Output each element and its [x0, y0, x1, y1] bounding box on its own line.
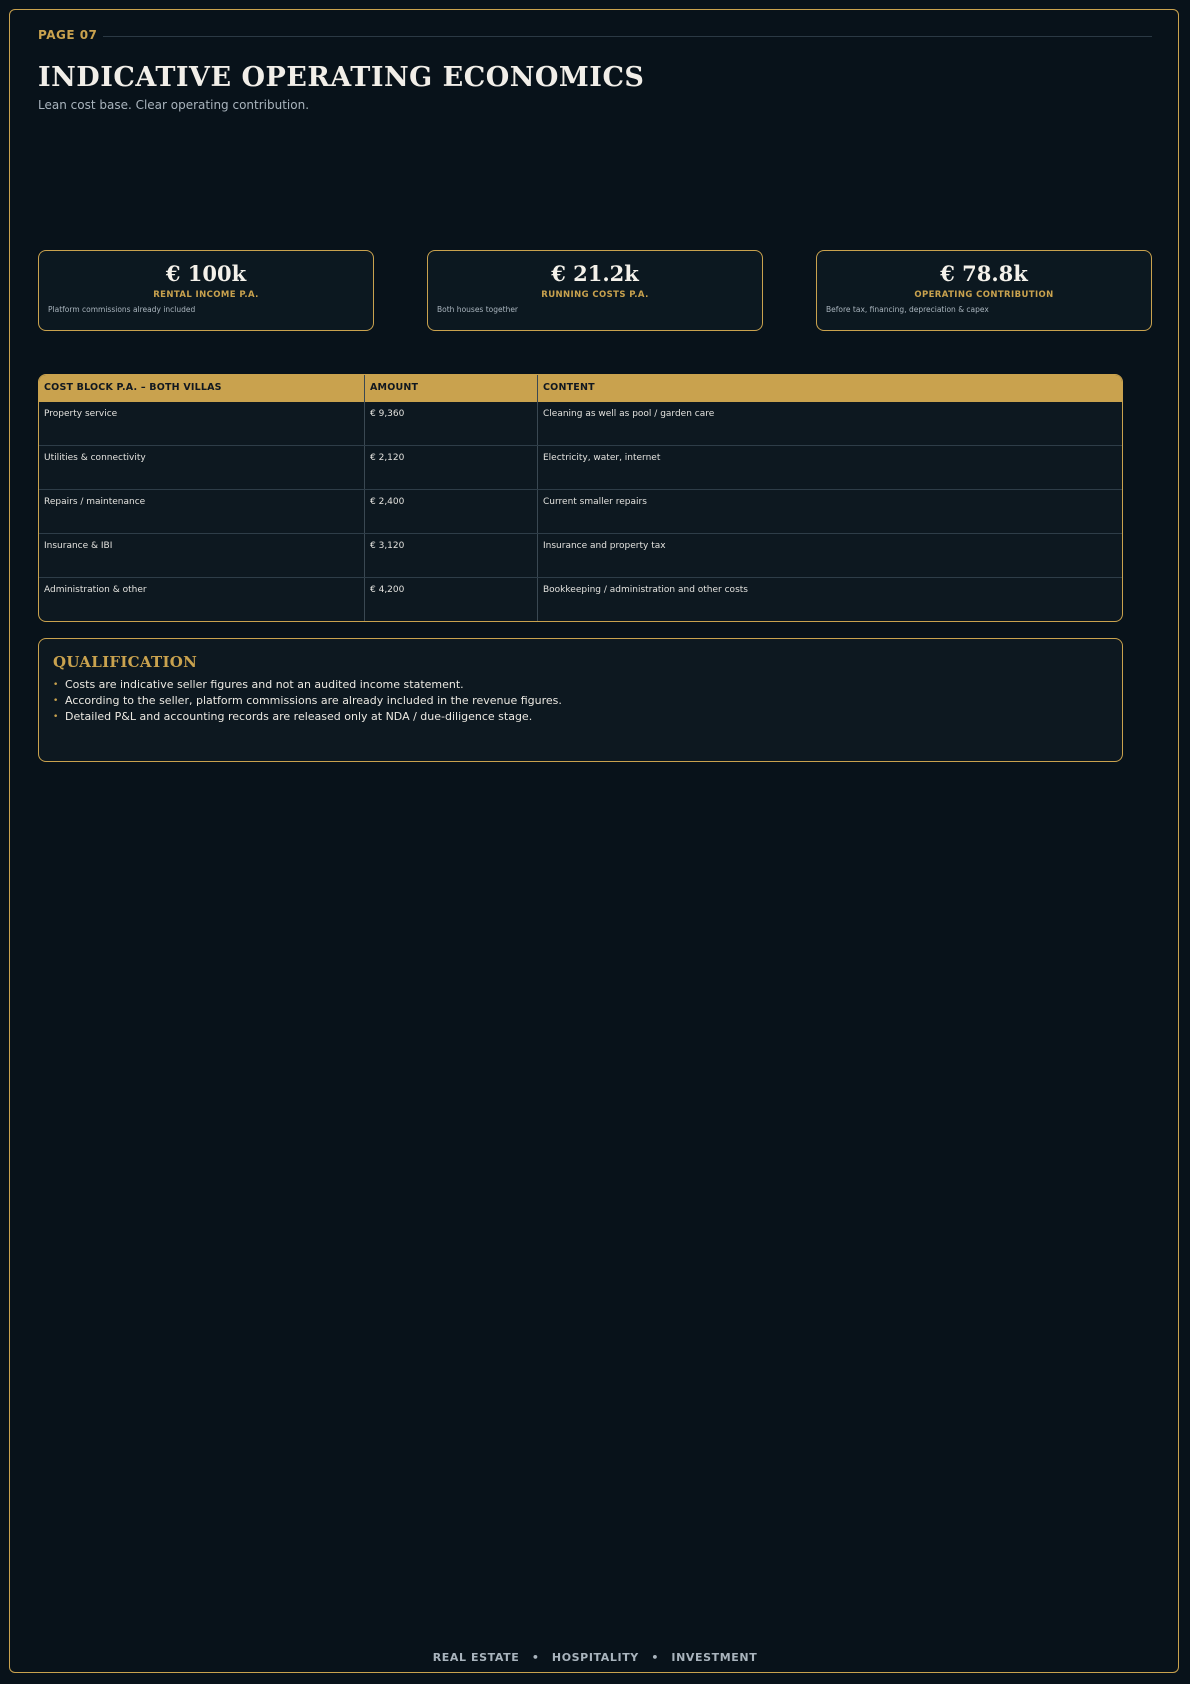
- footer-item-hospitality: HOSPITALITY: [551, 1651, 639, 1664]
- list-item: • Detailed P&L and accounting records ar…: [53, 709, 562, 725]
- table-body: Property service € 9,360 Cleaning as wel…: [39, 402, 1122, 621]
- table-row: Property service € 9,360 Cleaning as wel…: [39, 402, 1122, 445]
- footer-item-investment: INVESTMENT: [671, 1651, 758, 1664]
- footer-item-real-estate: REAL ESTATE: [432, 1651, 520, 1664]
- page-header: PAGE 07: [38, 28, 1152, 42]
- cost-block-cell: Administration & other: [44, 585, 147, 595]
- bullet-icon: •: [53, 696, 59, 706]
- amount-cell: € 2,120: [364, 446, 537, 489]
- content-cell: Electricity, water, internet: [537, 446, 1122, 489]
- column-header-content: CONTENT: [537, 375, 1122, 402]
- content-cell: Cleaning as well as pool / garden care: [537, 402, 1122, 445]
- kpi-note: Platform commissions already included: [48, 305, 196, 314]
- kpi-card-operating-contribution: € 78.8k OPERATING CONTRIBUTION Before ta…: [816, 250, 1152, 331]
- kpi-card-running-costs: € 21.2k RUNNING COSTS P.A. Both houses t…: [427, 250, 763, 331]
- kpi-value: € 100k: [165, 261, 247, 286]
- footer-separator: •: [531, 1651, 540, 1664]
- cost-block-cell: Property service: [44, 409, 118, 419]
- cost-block-cell: Repairs / maintenance: [44, 497, 146, 507]
- kpi-note: Both houses together: [437, 305, 519, 314]
- qualification-item-text: Costs are indicative seller figures and …: [65, 678, 464, 691]
- header-divider: [103, 35, 1152, 37]
- kpi-card-rental-income: € 100k RENTAL INCOME P.A. Platform commi…: [38, 250, 374, 331]
- amount-cell: € 3,120: [364, 534, 537, 577]
- amount-cell: € 4,200: [364, 578, 537, 621]
- cost-block-cell: Utilities & connectivity: [44, 453, 146, 463]
- table-row: Repairs / maintenance € 2,400 Current sm…: [39, 489, 1122, 533]
- content-cell: Bookkeeping / administration and other c…: [537, 578, 1122, 621]
- kpi-label: RUNNING COSTS P.A.: [541, 290, 649, 300]
- page-title: INDICATIVE OPERATING ECONOMICS: [38, 62, 645, 93]
- list-item: • Costs are indicative seller figures an…: [53, 677, 562, 693]
- column-header-amount: AMOUNT: [364, 375, 537, 402]
- column-header-cost-block: COST BLOCK P.A. – BOTH VILLAS: [44, 382, 222, 393]
- content-cell: Current smaller repairs: [537, 490, 1122, 533]
- qualification-list: • Costs are indicative seller figures an…: [53, 677, 562, 725]
- qualification-item-text: According to the seller, platform commis…: [65, 694, 562, 707]
- table-header-row: COST BLOCK P.A. – BOTH VILLAS AMOUNT CON…: [39, 375, 1122, 402]
- qualification-panel: QUALIFICATION • Costs are indicative sel…: [38, 638, 1123, 762]
- page-subtitle: Lean cost base. Clear operating contribu…: [38, 98, 310, 112]
- bullet-icon: •: [53, 680, 59, 690]
- bullet-icon: •: [53, 712, 59, 722]
- kpi-value: € 78.8k: [940, 261, 1028, 286]
- kpi-label: RENTAL INCOME P.A.: [153, 290, 259, 300]
- page-footer: REAL ESTATE • HOSPITALITY • INVESTMENT: [0, 1651, 1190, 1664]
- list-item: • According to the seller, platform comm…: [53, 693, 562, 709]
- table-row: Administration & other € 4,200 Bookkeepi…: [39, 577, 1122, 621]
- amount-cell: € 2,400: [364, 490, 537, 533]
- cost-table: COST BLOCK P.A. – BOTH VILLAS AMOUNT CON…: [38, 374, 1123, 622]
- qualification-title: QUALIFICATION: [53, 653, 198, 671]
- table-row: Insurance & IBI € 3,120 Insurance and pr…: [39, 533, 1122, 577]
- content-cell: Insurance and property tax: [537, 534, 1122, 577]
- page-number-label: PAGE 07: [38, 28, 98, 42]
- cost-block-cell: Insurance & IBI: [44, 541, 113, 551]
- table-row: Utilities & connectivity € 2,120 Electri…: [39, 445, 1122, 489]
- kpi-label: OPERATING CONTRIBUTION: [914, 290, 1054, 300]
- amount-cell: € 9,360: [364, 402, 537, 445]
- kpi-value: € 21.2k: [551, 261, 639, 286]
- kpi-note: Before tax, financing, depreciation & ca…: [826, 305, 989, 314]
- qualification-item-text: Detailed P&L and accounting records are …: [65, 710, 533, 723]
- footer-separator: •: [651, 1651, 659, 1664]
